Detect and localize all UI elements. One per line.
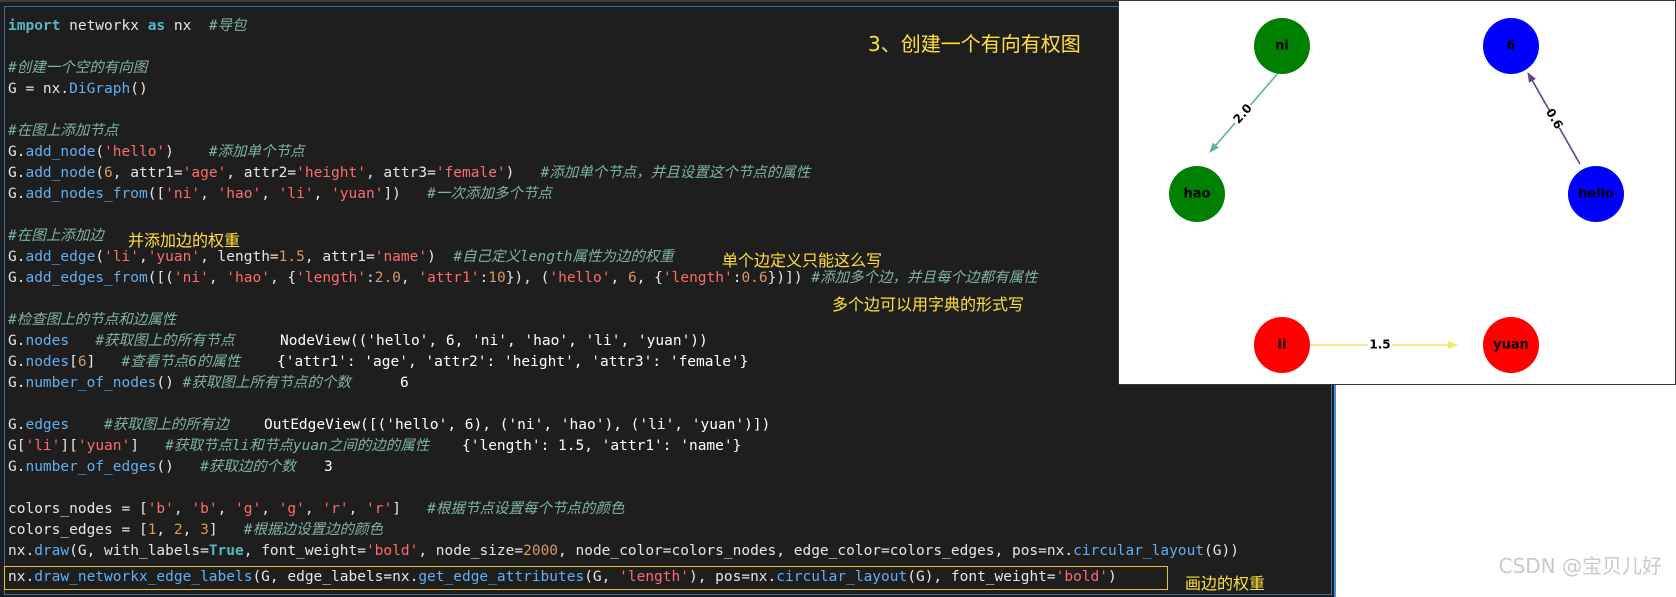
code-line-add-edges-from: G.add_edges_from([('ni', 'hao', {'length… [8, 270, 1038, 286]
code-comment: #检查图上的节点和边属性 [8, 312, 177, 328]
highlight-box-draw-edge-labels [4, 566, 1168, 590]
graph-node-label-ni: ni [1275, 39, 1289, 54]
note-single-edge: 单个边定义只能这么写 [722, 251, 883, 270]
output-nodes: NodeView(('hello', 6, 'ni', 'hao', 'li',… [280, 333, 708, 349]
code-line-colors-nodes: colors_nodes = ['b', 'b', 'g', 'g', 'r',… [8, 501, 625, 517]
code-line-import: import networkx as nx #导包 [8, 18, 247, 34]
title-note: 3、创建一个有向有权图 [868, 32, 1081, 56]
code-line-colors-edges: colors_edges = [1, 2, 3] #根据边设置边的颜色 [8, 522, 383, 538]
note-add-edge-weight: 并添加边的权重 [128, 231, 241, 250]
output-node-attr: {'attr1': 'age', 'attr2': 'height', 'att… [277, 354, 749, 370]
graph-svg: 2.0 0.6 1.5 ni 6 hao hello li yuan [1169, 18, 1624, 373]
output-edge-attr: {'length': 1.5, 'attr1': 'name'} [462, 438, 742, 454]
graph-node-label-hao: hao [1184, 187, 1211, 202]
code-line-add-nodes-from: G.add_nodes_from(['ni', 'hao', 'li', 'yu… [8, 186, 552, 202]
code-line-number-of-edges: G.number_of_edges() #获取边的个数 [8, 459, 296, 475]
edge-label-li-yuan: 1.5 [1369, 338, 1390, 352]
graph-node-label-yuan: yuan [1493, 338, 1529, 353]
code-line-node-attr: G.nodes[6] #查看节点6的属性 [8, 354, 241, 370]
graph-node-label-li: li [1278, 338, 1287, 353]
code-comment: #在图上添加边 [8, 228, 104, 244]
code-line-add-node: G.add_node('hello') #添加单个节点 [8, 144, 305, 160]
code-line-number-of-nodes: G.number_of_nodes() #获取图上所有节点的个数 [8, 375, 351, 391]
code-line-add-edge: G.add_edge('li','yuan', length=1.5, attr… [8, 249, 674, 265]
graph-node-label-hello: hello [1578, 187, 1614, 202]
output-edges: OutEdgeView([('hello', 6), ('ni', 'hao')… [264, 417, 771, 433]
graph-plot: 2.0 0.6 1.5 ni 6 hao hello li yuan [1118, 0, 1676, 385]
code-line-digraph: G = nx.DiGraph() [8, 81, 148, 97]
output-number-of-edges: 3 [324, 459, 333, 475]
code-line-edge-attr: G['li']['yuan'] #获取节点li和节点yuan之间的边的属性 [8, 438, 430, 454]
code-line-nodes: G.nodes #获取图上的所有节点 [8, 333, 235, 349]
note-draw-weight: 画边的权重 [1185, 574, 1266, 593]
code-line-draw: nx.draw(G, with_labels=True, font_weight… [8, 543, 1239, 559]
output-number-of-nodes: 6 [400, 375, 409, 391]
note-multi-edge: 多个边可以用字典的形式写 [832, 295, 1025, 314]
code-comment: #在图上添加节点 [8, 123, 119, 139]
code-line-edges: G.edges #获取图上的所有边 [8, 417, 229, 433]
watermark: CSDN @宝贝儿好 [1498, 554, 1662, 578]
graph-node-label-6: 6 [1506, 39, 1515, 54]
code-comment: #创建一个空的有向图 [8, 60, 148, 76]
code-line-add-node-attrs: G.add_node(6, attr1='age', attr2='height… [8, 165, 811, 181]
